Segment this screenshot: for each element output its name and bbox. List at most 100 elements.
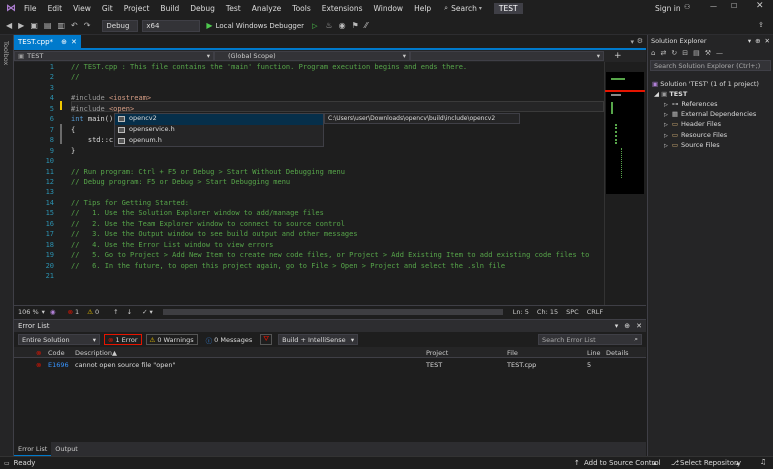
line-indicator[interactable]: Ln: 5 [513, 308, 529, 316]
panel-menu-icon[interactable]: ▾ [748, 37, 751, 45]
column-line[interactable]: Line [587, 349, 601, 357]
maximize-button[interactable]: ☐ [731, 2, 737, 10]
code-editor[interactable]: 1 2 3 4 5 6 7 8 9 10 11 12 13 14 15 16 17 18 19 20 21 // TES… [14, 62, 604, 305]
menu-item[interactable]: File [24, 4, 37, 13]
completion-item[interactable]: opencv2 [115, 114, 323, 125]
account-icon[interactable]: ⚇ [684, 3, 690, 11]
home-icon[interactable]: ⌂ [651, 49, 655, 57]
configuration-select[interactable]: Debug [102, 19, 139, 32]
panel-close-icon[interactable]: ✕ [636, 322, 642, 330]
menu-item[interactable]: Window [373, 4, 403, 13]
column-code[interactable]: Code [48, 349, 65, 357]
tree-item[interactable]: ▷ ⊶ References [664, 100, 717, 108]
minimap[interactable] [604, 62, 646, 305]
panel-pin-icon[interactable]: ⊕ [624, 322, 630, 330]
horizontal-scrollbar[interactable] [162, 308, 503, 315]
filter-icon[interactable]: ⛛ [260, 334, 273, 345]
sign-in-link[interactable]: Sign in [655, 4, 681, 13]
function-scope-select[interactable]: ▾ [410, 51, 604, 61]
menu-item[interactable]: Test [226, 4, 241, 13]
menu-item[interactable]: Analyze [252, 4, 282, 13]
tab-overflow-icon[interactable]: ▾ [630, 38, 634, 46]
chevron-right-icon[interactable]: ▷ [664, 133, 668, 139]
column-file[interactable]: File [507, 349, 518, 357]
add-to-source-control[interactable]: Add to Source Control [584, 459, 661, 467]
error-count[interactable]: 1 [75, 308, 79, 316]
search-menu[interactable]: Search [451, 4, 477, 13]
intellisense-completion-list[interactable]: opencv2 openservice.h openum.h [114, 113, 324, 147]
column-project[interactable]: Project [426, 349, 448, 357]
chevron-right-icon[interactable]: ▷ [664, 112, 668, 118]
undo-icon[interactable]: ↶ [71, 21, 78, 30]
split-editor-icon[interactable]: + [614, 51, 622, 61]
editor-settings-icon[interactable]: ⚙ [637, 37, 643, 45]
minimize-button[interactable]: — [710, 2, 717, 10]
health-icon[interactable]: ◉ [50, 308, 56, 316]
bookmark-icon[interactable]: ⚑ [352, 21, 359, 30]
column-indicator[interactable]: Ch: 15 [537, 308, 558, 316]
platform-select[interactable]: x64 [142, 19, 201, 32]
severity-column-icon[interactable]: ⊗ [36, 349, 41, 357]
collapse-all-icon[interactable]: ⊟ [682, 49, 688, 57]
error-list-search[interactable]: Search Error List ⌕ [538, 334, 642, 345]
code-cleanup-icon[interactable]: ✓ [142, 308, 147, 316]
run-without-debugging-icon[interactable]: ▷ [312, 22, 317, 30]
solution-node[interactable]: ▣ Solution 'TEST' (1 of 1 project) [652, 80, 759, 88]
solution-explorer-search[interactable]: Search Solution Explorer (Ctrl+;) [650, 60, 771, 71]
show-all-files-icon[interactable]: ▤ [693, 49, 700, 57]
chevron-down-icon[interactable]: ◢ [654, 90, 659, 98]
hot-reload-icon[interactable]: ♨ [325, 21, 332, 30]
chevron-right-icon[interactable]: ▷ [664, 102, 668, 108]
chevron-right-icon[interactable]: ▷ [664, 143, 668, 149]
messages-filter-button[interactable]: ⓘ 0 Messages [202, 334, 257, 345]
tree-item[interactable]: ▷ ▭ Resource Files [664, 131, 727, 139]
completion-item[interactable]: openum.h [115, 136, 323, 147]
error-icon[interactable]: ⊗ [68, 308, 73, 316]
prev-issue-icon[interactable]: ↑ [113, 308, 118, 316]
chevron-down-icon[interactable]: ▾ [42, 308, 45, 316]
tab-test-cpp[interactable]: TEST.cpp* ⊕ ✕ [14, 35, 81, 48]
sync-icon[interactable]: ↻ [671, 49, 677, 57]
close-button[interactable]: ✕ [756, 1, 764, 11]
search-dropdown-icon[interactable]: ▾ [479, 5, 482, 12]
menu-item[interactable]: Build [160, 4, 179, 13]
chevron-right-icon[interactable]: ▷ [664, 122, 668, 128]
visual-studio-logo-icon[interactable]: ⋈ [6, 3, 16, 14]
column-description[interactable]: Description [75, 349, 112, 357]
tree-item[interactable]: ▷ ▭ Header Files [664, 120, 721, 128]
menu-item[interactable]: View [73, 4, 91, 13]
completion-item[interactable]: openservice.h [115, 125, 323, 136]
back-icon[interactable]: ◀ [6, 21, 12, 30]
menu-item[interactable]: Project [124, 4, 150, 13]
global-scope-select[interactable]: (Global Scope) ▾ [214, 51, 410, 61]
notifications-icon[interactable]: ♫ [760, 458, 766, 466]
whitespace-indicator[interactable]: SPC [566, 308, 579, 316]
breakpoint-icon[interactable]: ◉ [339, 21, 346, 30]
menu-item[interactable]: Edit [48, 4, 63, 13]
live-share-icon[interactable]: ⇪ [758, 21, 764, 29]
run-icon[interactable]: ▶ [206, 21, 212, 30]
panel-menu-icon[interactable]: ▾ [615, 322, 619, 330]
preview-icon[interactable]: — [716, 49, 723, 57]
tree-item[interactable]: ▷ ▦ External Dependencies [664, 110, 756, 118]
column-details[interactable]: Details [606, 349, 629, 357]
menu-item[interactable]: Help [414, 4, 431, 13]
run-debugger-button[interactable]: Local Windows Debugger [216, 22, 305, 30]
project-node[interactable]: ◢ ▣ TEST [654, 90, 687, 98]
pin-icon[interactable]: ⊕ [61, 38, 67, 46]
search-icon[interactable]: ⌕ [444, 4, 448, 13]
warning-icon[interactable]: ⚠ [87, 308, 93, 316]
chevron-down-icon[interactable]: ▾ [150, 308, 153, 316]
tree-item[interactable]: ▷ ▭ Source Files [664, 141, 720, 149]
select-repository[interactable]: Select Repository [680, 459, 741, 467]
tab-close-icon[interactable]: ✕ [71, 38, 77, 46]
build-filter-select[interactable]: Build + IntelliSense ▾ [278, 334, 359, 345]
line-ending-indicator[interactable]: CRLF [587, 308, 603, 316]
comment-icon[interactable]: ⁄⁄ [365, 21, 368, 30]
errors-filter-button[interactable]: ⊗ 1 Error [104, 334, 142, 345]
switch-views-icon[interactable]: ⇄ [660, 49, 666, 57]
scope-select[interactable]: Entire Solution ▾ [18, 334, 100, 345]
error-code-link[interactable]: E1696 [48, 361, 69, 369]
save-icon[interactable]: ▥ [57, 21, 65, 30]
panel-close-icon[interactable]: ✕ [765, 37, 770, 45]
